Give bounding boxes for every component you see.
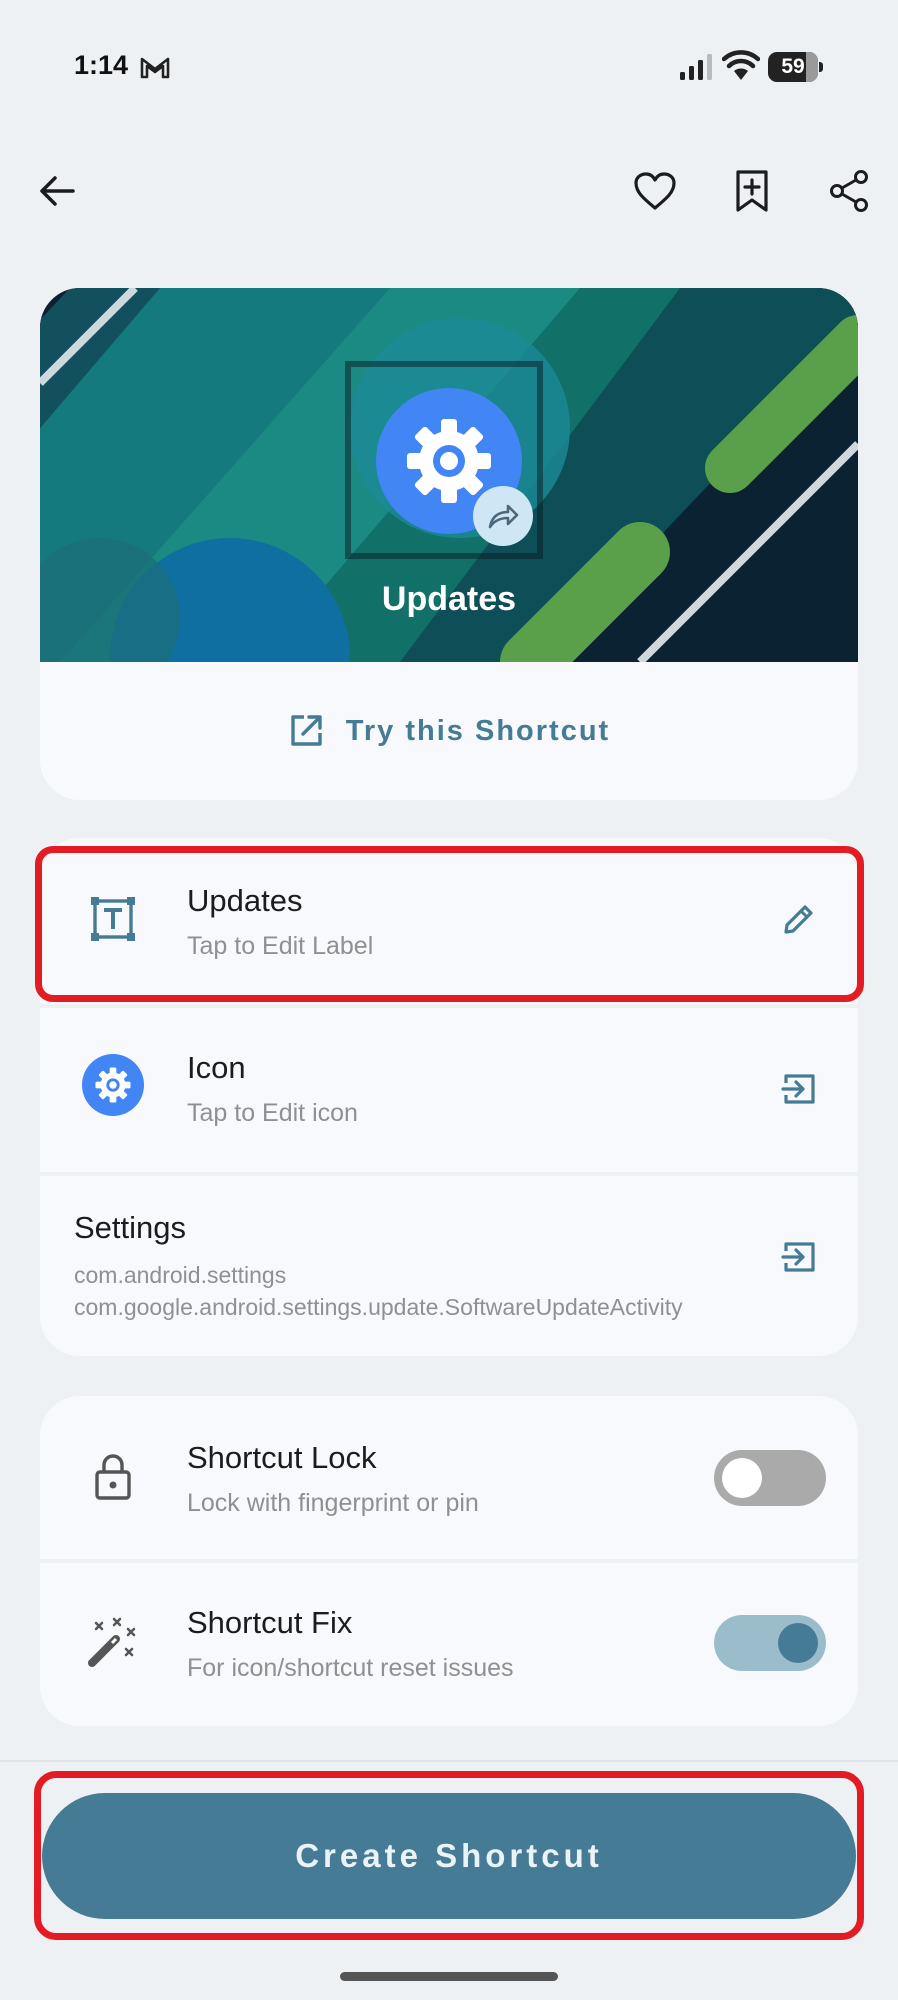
label-title: Updates — [187, 883, 303, 918]
lock-icon — [80, 1444, 146, 1510]
options-card: Shortcut Lock Lock with fingerprint or p… — [40, 1396, 858, 1726]
edit-label-button[interactable] — [776, 896, 822, 942]
shortcut-lock-subtitle: Lock with fingerprint or pin — [187, 1489, 479, 1517]
heart-icon — [634, 172, 676, 210]
icon-subtitle: Tap to Edit icon — [187, 1099, 358, 1127]
home-indicator[interactable] — [340, 1972, 558, 1981]
text-box-icon — [80, 886, 146, 952]
label-row[interactable]: Updates Tap to Edit Label — [40, 838, 858, 1004]
icon-row[interactable]: Icon Tap to Edit icon — [40, 1008, 858, 1172]
magic-wand-icon — [80, 1609, 146, 1675]
pencil-icon — [784, 905, 813, 934]
edit-target-button[interactable] — [776, 1234, 822, 1280]
input-arrow-icon — [781, 1242, 815, 1272]
target-activity-row[interactable]: Settings com.android.settings com.google… — [40, 1176, 858, 1356]
shortcut-fix-title: Shortcut Fix — [187, 1605, 353, 1640]
bookmark-button[interactable] — [727, 166, 777, 216]
favorite-button[interactable] — [630, 166, 680, 216]
bottom-divider — [0, 1760, 898, 1762]
shortcut-preview-card: Updates Try this Shortcut — [40, 288, 858, 800]
arrow-left-icon — [40, 176, 75, 206]
signal-icon — [680, 54, 712, 80]
gmail-icon — [140, 57, 170, 79]
shortcut-fix-row[interactable]: Shortcut Fix For icon/shortcut reset iss… — [40, 1563, 858, 1726]
status-time: 1:14 — [74, 50, 129, 80]
shortcut-lock-title: Shortcut Lock — [187, 1440, 377, 1475]
target-package: com.android.settings — [74, 1262, 287, 1288]
try-shortcut-label: Try this Shortcut — [345, 714, 611, 747]
share-button[interactable] — [824, 166, 874, 216]
battery-level-text: 59 — [781, 55, 805, 78]
back-button[interactable] — [32, 166, 82, 216]
hero-title: Updates — [381, 580, 517, 618]
create-shortcut-button[interactable]: Create Shortcut — [42, 1793, 856, 1919]
icon-title: Icon — [187, 1050, 246, 1085]
hero-banner: Updates — [40, 288, 858, 662]
shortcut-fix-subtitle: For icon/shortcut reset issues — [187, 1654, 514, 1682]
shortcut-arrow-icon — [488, 504, 519, 529]
shortcut-details-card: Updates Tap to Edit Label Icon Tap to Ed… — [40, 838, 858, 1356]
shortcut-lock-toggle[interactable] — [714, 1450, 826, 1506]
battery-indicator: 59 — [768, 52, 824, 82]
open-external-icon — [291, 715, 322, 746]
target-app-title: Settings — [74, 1210, 187, 1245]
app-icon-small — [82, 1054, 144, 1116]
wifi-icon — [722, 50, 760, 80]
target-activity: com.google.android.settings.update.Softw… — [74, 1294, 683, 1320]
shortcut-fix-toggle[interactable] — [714, 1615, 826, 1671]
input-arrow-icon — [781, 1074, 815, 1104]
shortcut-lock-row[interactable]: Shortcut Lock Lock with fingerprint or p… — [40, 1396, 858, 1559]
gear-icon — [95, 1067, 131, 1103]
shortcut-badge — [473, 486, 533, 546]
try-shortcut-button[interactable]: Try this Shortcut — [40, 662, 858, 800]
share-icon — [830, 170, 868, 212]
label-subtitle: Tap to Edit Label — [187, 932, 374, 960]
bookmark-add-icon — [736, 170, 768, 212]
status-bar: 1:14 59 — [0, 0, 898, 135]
edit-icon-button[interactable] — [776, 1066, 822, 1112]
